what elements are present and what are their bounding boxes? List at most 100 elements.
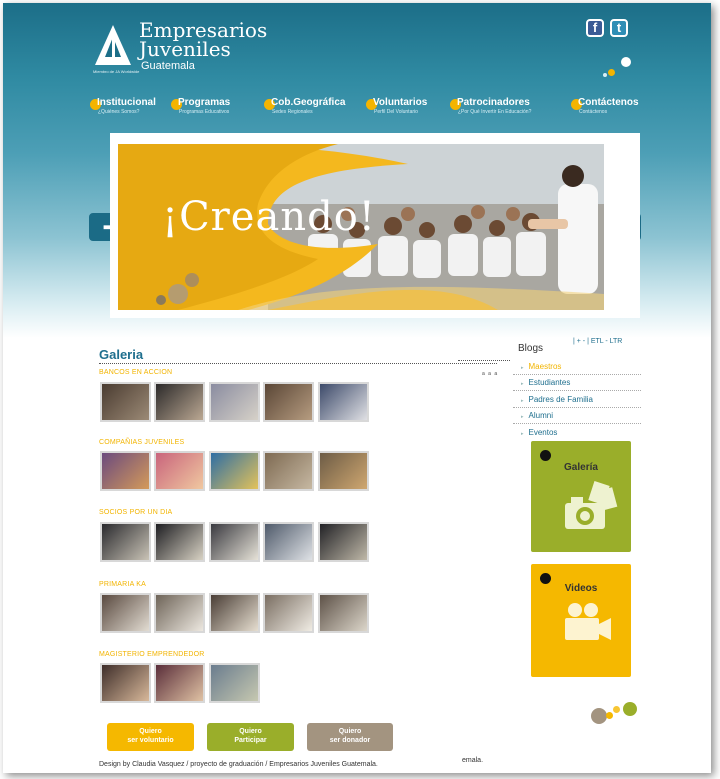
facebook-icon[interactable]: f xyxy=(586,19,604,37)
decor-dot xyxy=(621,57,631,67)
gallery-thumbnail[interactable] xyxy=(100,522,151,562)
decor-dot xyxy=(608,69,615,76)
decor-dot xyxy=(623,702,637,716)
nav-subtitle: Contáctenos xyxy=(579,109,608,115)
gallery-thumbnail[interactable] xyxy=(209,382,260,422)
divider xyxy=(513,390,641,391)
gallery-thumbnail[interactable] xyxy=(318,522,369,562)
blogs-title: Blogs xyxy=(518,343,544,354)
caret-right-icon: ▸ xyxy=(521,381,524,387)
divider xyxy=(513,374,641,375)
decor-dot xyxy=(603,73,607,77)
decor-dot xyxy=(613,706,620,713)
gallery-title: Galeria xyxy=(99,347,144,362)
decor-dot xyxy=(591,708,607,724)
gallery-thumbnail[interactable] xyxy=(263,593,314,633)
gallery-thumbnail[interactable] xyxy=(100,593,151,633)
button-line-1: Quiero xyxy=(338,728,362,735)
banner-slide[interactable]: ¡Creando! xyxy=(118,144,604,310)
gallery-category-title[interactable]: BANCOS EN ACCION xyxy=(99,369,172,376)
banner-title: ¡Creando! xyxy=(162,194,376,240)
text-size-tools[interactable]: a a a xyxy=(482,371,498,377)
nav-title: Contáctenos xyxy=(578,97,639,108)
donor-button[interactable]: Quiero ser donador xyxy=(307,723,393,751)
gallery-thumbnail[interactable] xyxy=(154,663,205,703)
gallery-thumbnail[interactable] xyxy=(318,593,369,633)
caret-right-icon: ▸ xyxy=(521,414,524,420)
blog-item-maestros[interactable]: ▸ Maestros xyxy=(521,362,561,371)
nav-title: Programas xyxy=(178,97,231,108)
logo-line-2: Juveniles xyxy=(139,37,231,61)
gallery-category-title[interactable]: PRIMARIA KA xyxy=(99,581,146,588)
twitter-icon[interactable]: t xyxy=(610,19,628,37)
logo-text: Empresarios Juveniles Guatemala xyxy=(139,20,267,73)
gallery-thumbnail[interactable] xyxy=(209,522,260,562)
video-camera-icon xyxy=(565,603,611,640)
nav-title: Cob.Geográfica xyxy=(271,97,346,108)
main-nav: Institucional ¿Quiénes Somos? Programas … xyxy=(90,97,710,127)
nav-subtitle: Perfil Del Voluntario xyxy=(374,109,418,115)
gallery-thumbnail[interactable] xyxy=(154,382,205,422)
font-size-controls[interactable]: | + - | ETL - LTR xyxy=(573,338,622,345)
blog-item-label: Alumni xyxy=(528,411,553,420)
gallery-thumbnail[interactable] xyxy=(100,663,151,703)
gallery-thumbnail[interactable] xyxy=(100,382,151,422)
gallery-thumbnail[interactable] xyxy=(154,593,205,633)
gallery-panel-title: Galería xyxy=(564,462,598,473)
nav-subtitle: Programas Educativos xyxy=(179,109,230,115)
nav-subtitle: ¿Quiénes Somos? xyxy=(98,109,140,115)
page-frame: Empresarios Juveniles Guatemala Miembro … xyxy=(3,3,711,773)
gallery-thumbnail[interactable] xyxy=(209,663,260,703)
caret-right-icon: ▸ xyxy=(521,398,524,404)
banner-container: ¡Creando! xyxy=(110,133,640,318)
blog-item-alumni[interactable]: ▸ Alumni xyxy=(521,411,553,420)
blog-item-eventos[interactable]: ▸ Eventos xyxy=(521,428,557,437)
gallery-thumbnail[interactable] xyxy=(209,451,260,491)
blog-item-padres[interactable]: ▸ Padres de Familia xyxy=(521,395,593,404)
blog-item-label: Padres de Familia xyxy=(528,395,593,404)
gallery-panel[interactable]: Galería xyxy=(531,441,631,552)
gallery-thumbnail[interactable] xyxy=(100,451,151,491)
gallery-thumbnail[interactable] xyxy=(154,522,205,562)
caret-right-icon: ▸ xyxy=(521,431,524,437)
button-line-1: Quiero xyxy=(239,728,262,735)
videos-panel-title: Videos xyxy=(564,583,598,594)
footer-credit: Design by Claudia Vasquez / proyecto de … xyxy=(99,761,378,768)
gallery-thumbnail[interactable] xyxy=(263,522,314,562)
decor-dot xyxy=(606,712,613,719)
logo-triangle-icon xyxy=(95,25,131,65)
blog-item-label: Estudiantes xyxy=(528,378,571,387)
logo-tagline: Miembro de JA Worldwide xyxy=(93,69,140,74)
button-line-2: ser voluntario xyxy=(127,737,174,744)
divider xyxy=(458,360,510,361)
videos-panel[interactable]: Videos xyxy=(531,564,631,677)
site-logo[interactable]: Empresarios Juveniles Guatemala Miembro … xyxy=(93,19,267,79)
gallery-thumbnail[interactable] xyxy=(263,451,314,491)
participate-button[interactable]: Quiero Participar xyxy=(207,723,294,751)
gallery-thumbnail[interactable] xyxy=(318,451,369,491)
footer-extra-text: emala. xyxy=(462,757,484,764)
nav-subtitle: Sedes Regionales xyxy=(272,109,313,115)
gallery-thumbnail[interactable] xyxy=(263,382,314,422)
button-line-2: ser donador xyxy=(329,737,371,744)
gallery-category-title[interactable]: SOCIOS POR UN DIA xyxy=(99,509,172,516)
decor-dot xyxy=(540,450,551,461)
volunteer-button[interactable]: Quiero ser voluntario xyxy=(107,723,194,751)
blog-item-estudiantes[interactable]: ▸ Estudiantes xyxy=(521,378,570,387)
nav-subtitle: ¿Por Qué Invertir En Educación? xyxy=(458,109,532,115)
gallery-thumbnail[interactable] xyxy=(318,382,369,422)
logo-line-3: Guatemala xyxy=(141,60,195,72)
button-line-2: Participar xyxy=(234,737,267,744)
gallery-category-title[interactable]: COMPAÑIAS JUVENILES xyxy=(99,439,184,446)
divider xyxy=(99,363,497,364)
gallery-thumbnail[interactable] xyxy=(209,593,260,633)
nav-title: Patrocinadores xyxy=(457,97,530,108)
gallery-thumbnail[interactable] xyxy=(154,451,205,491)
gallery-category-title[interactable]: MAGISTERIO EMPRENDEDOR xyxy=(99,651,205,658)
button-line-1: Quiero xyxy=(139,728,162,735)
blog-item-label: Maestros xyxy=(528,362,562,371)
nav-title: Voluntarios xyxy=(373,97,428,108)
divider xyxy=(513,423,641,424)
camera-icon xyxy=(565,481,618,529)
caret-right-icon: ▸ xyxy=(521,365,524,371)
